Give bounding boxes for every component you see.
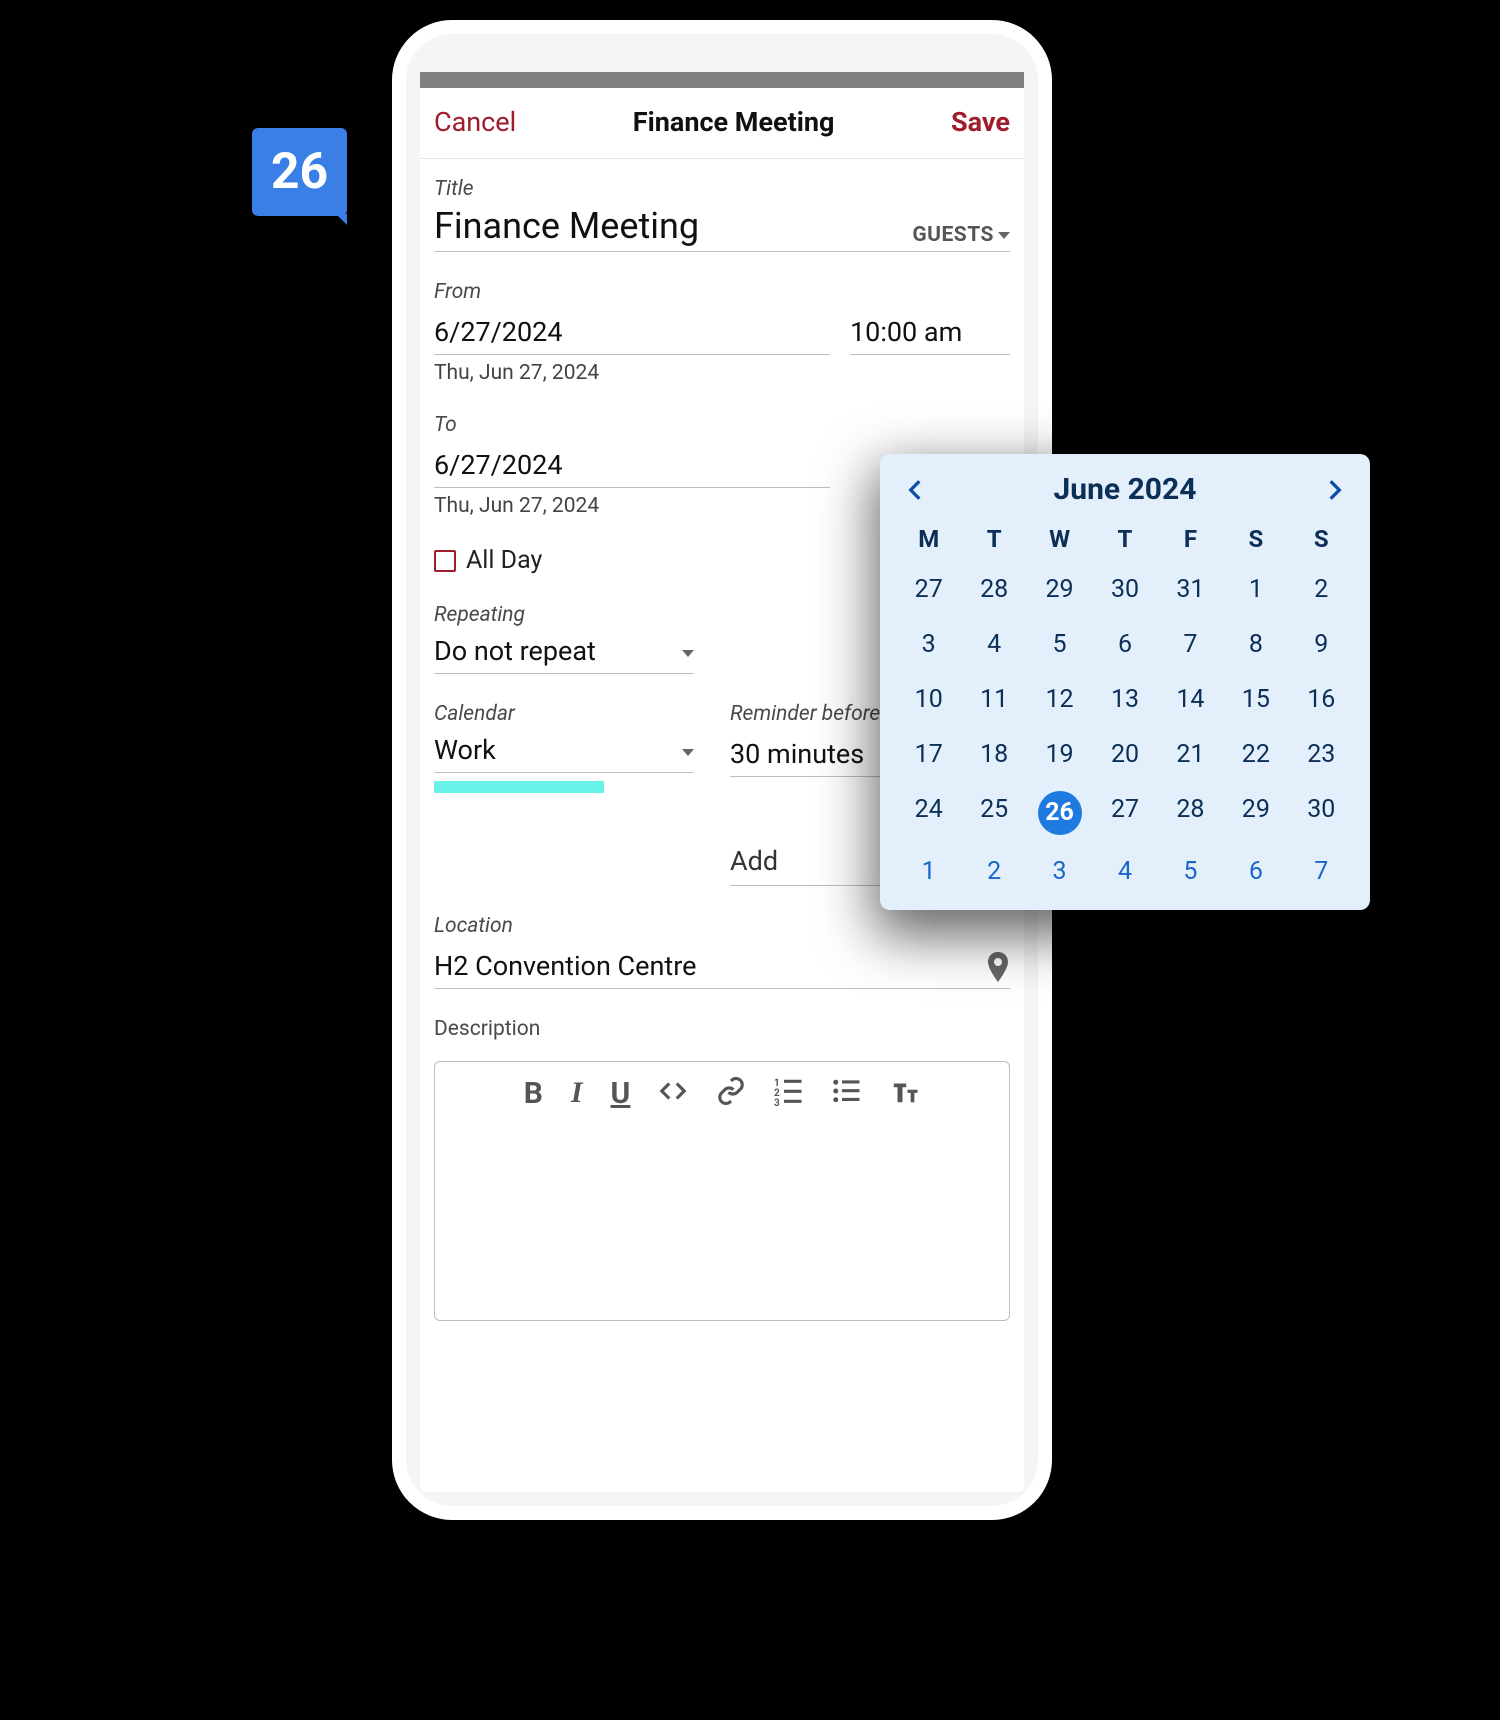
calendar-day[interactable]: 8 — [1223, 626, 1288, 663]
dropdown-icon — [682, 749, 694, 756]
calendar-day[interactable]: 5 — [1158, 853, 1223, 890]
guests-label: GUESTS — [912, 223, 994, 247]
calendar-day[interactable]: 2 — [961, 853, 1026, 890]
calendar-day[interactable]: 29 — [1223, 791, 1288, 835]
calendar-day[interactable]: 30 — [1092, 571, 1157, 608]
from-time-field[interactable]: 10:00 am — [850, 308, 1010, 348]
calendar-day[interactable]: 6 — [1223, 853, 1288, 890]
next-month-button[interactable] — [1322, 477, 1348, 503]
day-of-week-header: S — [1289, 525, 1354, 553]
calendar-day[interactable]: 29 — [1027, 571, 1092, 608]
calendar-day[interactable]: 22 — [1223, 736, 1288, 773]
location-pin-icon — [986, 952, 1010, 982]
status-bar-stub — [420, 72, 1024, 88]
calendar-day[interactable]: 1 — [1223, 571, 1288, 608]
calendar-day[interactable]: 7 — [1158, 626, 1223, 663]
calendar-day[interactable]: 17 — [896, 736, 961, 773]
add-reminder-label: Add — [730, 845, 778, 877]
calendar-day[interactable]: 3 — [896, 626, 961, 663]
calendar-day[interactable]: 11 — [961, 681, 1026, 718]
from-label: From — [434, 280, 1010, 304]
calendar-day[interactable]: 7 — [1289, 853, 1354, 890]
calendar-day[interactable]: 4 — [961, 626, 1026, 663]
calendar-day[interactable]: 6 — [1092, 626, 1157, 663]
dropdown-icon — [682, 650, 694, 657]
text-size-icon[interactable] — [890, 1076, 920, 1106]
calendar-select[interactable]: Work — [434, 730, 694, 773]
location-field[interactable]: H2 Convention Centre — [434, 942, 696, 982]
calendar-value: Work — [434, 730, 496, 766]
calendar-day[interactable]: 18 — [961, 736, 1026, 773]
calendar-day[interactable]: 4 — [1092, 853, 1157, 890]
calendar-day[interactable]: 10 — [896, 681, 961, 718]
calendar-day[interactable]: 1 — [896, 853, 961, 890]
day-of-week-header: T — [961, 525, 1026, 553]
description-label: Description — [434, 1017, 1010, 1041]
calendar-day[interactable]: 25 — [961, 791, 1026, 835]
title-label: Title — [434, 177, 1010, 201]
repeating-select[interactable]: Do not repeat — [434, 631, 694, 674]
calendar-day[interactable]: 27 — [896, 571, 961, 608]
calendar-label: Calendar — [434, 702, 694, 726]
calendar-day[interactable]: 9 — [1289, 626, 1354, 663]
calendar-day[interactable]: 2 — [1289, 571, 1354, 608]
ordered-list-icon[interactable]: 123 — [774, 1076, 804, 1106]
day-of-week-header: W — [1027, 525, 1092, 553]
calendar-day[interactable]: 28 — [961, 571, 1026, 608]
calendar-day[interactable]: 15 — [1223, 681, 1288, 718]
badge-day-number: 26 — [271, 143, 328, 201]
day-of-week-header: F — [1158, 525, 1223, 553]
from-date-field[interactable]: 6/27/2024 — [434, 308, 830, 348]
calendar-day[interactable]: 24 — [896, 791, 961, 835]
calendar-grid: MTWTFSS272829303112345678910111213141516… — [896, 525, 1354, 890]
calendar-day[interactable]: 31 — [1158, 571, 1223, 608]
from-date-readable: Thu, Jun 27, 2024 — [434, 361, 1010, 385]
calendar-day[interactable]: 14 — [1158, 681, 1223, 718]
description-editor[interactable]: B I U 123 — [434, 1061, 1010, 1321]
day-of-week-header: T — [1092, 525, 1157, 553]
title-field[interactable]: Finance Meeting — [434, 205, 699, 247]
calendar-app-badge: 26 — [252, 128, 347, 216]
bold-icon[interactable]: B — [524, 1076, 543, 1111]
calendar-day[interactable]: 19 — [1027, 736, 1092, 773]
calendar-day[interactable]: 20 — [1092, 736, 1157, 773]
month-year-label: June 2024 — [1054, 472, 1197, 507]
to-label: To — [434, 413, 1010, 437]
calendar-day[interactable]: 3 — [1027, 853, 1092, 890]
unordered-list-icon[interactable] — [832, 1076, 862, 1106]
calendar-day[interactable]: 28 — [1158, 791, 1223, 835]
prev-month-button[interactable] — [902, 477, 928, 503]
guests-button[interactable]: GUESTS — [912, 223, 1010, 247]
calendar-day[interactable]: 30 — [1289, 791, 1354, 835]
calendar-day[interactable]: 13 — [1092, 681, 1157, 718]
page-title: Finance Meeting — [633, 106, 835, 138]
editor-toolbar: B I U 123 — [435, 1062, 1009, 1125]
calendar-day[interactable]: 21 — [1158, 736, 1223, 773]
calendar-day[interactable]: 16 — [1289, 681, 1354, 718]
italic-icon[interactable]: I — [571, 1076, 583, 1111]
save-button[interactable]: Save — [951, 106, 1010, 138]
underline-icon[interactable]: U — [611, 1076, 631, 1111]
all-day-label: All Day — [466, 546, 542, 575]
calendar-color-swatch — [434, 781, 604, 793]
day-of-week-header: S — [1223, 525, 1288, 553]
code-icon[interactable] — [658, 1076, 688, 1106]
all-day-checkbox[interactable] — [434, 550, 456, 572]
day-of-week-header: M — [896, 525, 961, 553]
calendar-day[interactable]: 23 — [1289, 736, 1354, 773]
date-picker-popover: June 2024 MTWTFSS27282930311234567891011… — [880, 454, 1370, 910]
dropdown-icon — [998, 232, 1010, 239]
location-label: Location — [434, 914, 1010, 938]
calendar-day-selected[interactable]: 26 — [1038, 791, 1082, 835]
edit-event-header: Cancel Finance Meeting Save — [420, 88, 1024, 159]
svg-text:3: 3 — [774, 1098, 780, 1106]
cancel-button[interactable]: Cancel — [434, 106, 516, 138]
calendar-day[interactable]: 27 — [1092, 791, 1157, 835]
calendar-day[interactable]: 12 — [1027, 681, 1092, 718]
to-date-field[interactable]: 6/27/2024 — [434, 441, 830, 481]
link-icon[interactable] — [716, 1076, 746, 1106]
repeating-value: Do not repeat — [434, 631, 596, 667]
calendar-day[interactable]: 5 — [1027, 626, 1092, 663]
